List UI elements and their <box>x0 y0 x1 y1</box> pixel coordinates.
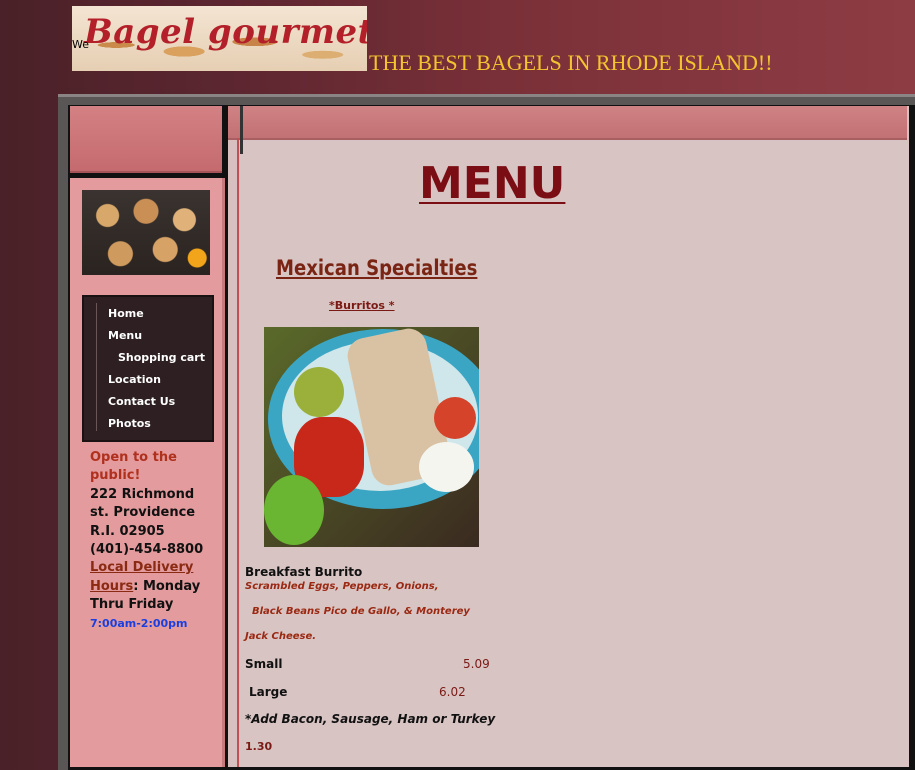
section-title: Mexican Specialties <box>276 256 478 280</box>
nav-menu: Home Menu Shopping cart Location Contact… <box>82 295 214 442</box>
logo[interactable]: Bagel gourmet cafe We <box>72 6 367 71</box>
size-large-price: 6.02 <box>439 685 466 699</box>
main-divider <box>237 138 239 767</box>
nav-divider <box>96 303 97 431</box>
logo-text: Bagel gourmet cafe <box>84 12 367 52</box>
size-small-label: Small <box>245 657 283 671</box>
page-title: MENU <box>419 158 566 209</box>
nav-item-contact-us[interactable]: Contact Us <box>108 395 175 408</box>
open-notice-line2: public! <box>90 468 141 484</box>
main-header-bar <box>228 106 907 140</box>
phone-number: (401)-454-8800 <box>90 542 204 558</box>
nav-item-location[interactable]: Location <box>108 373 161 386</box>
subsection-title: *Burritos * <box>329 299 395 312</box>
item-name: Breakfast Burrito <box>245 565 363 579</box>
site-header: Bagel gourmet cafe We THE BEST BAGELS IN… <box>0 0 915 95</box>
address-line1: 222 Richmond <box>90 486 195 502</box>
nav-item-menu[interactable]: Menu <box>108 329 142 342</box>
sidebar-header-bar <box>70 106 222 173</box>
hours-text: 7:00am-2:00pm <box>90 616 188 630</box>
days-text: : Monday <box>133 578 201 594</box>
nav-item-photos[interactable]: Photos <box>108 417 151 430</box>
hours-link[interactable]: Hours <box>90 579 133 594</box>
address-line3: R.I. 02905 <box>90 523 165 539</box>
store-info: Open to the public! 222 Richmond st. Pro… <box>90 449 220 633</box>
burrito-photo <box>264 327 479 547</box>
open-notice-line1: Open to the <box>90 450 177 465</box>
item-description-line1: Scrambled Eggs, Peppers, Onions, <box>245 581 439 592</box>
addon-text: *Add Bacon, Sausage, Ham or Turkey <box>245 712 496 726</box>
nav-item-home[interactable]: Home <box>108 307 144 320</box>
main-divider-top <box>240 106 243 154</box>
nav-item-shopping-cart[interactable]: Shopping cart <box>118 351 205 364</box>
item-description-line2: Black Beans Pico de Gallo, & Monterey <box>252 606 470 617</box>
address-line2: st. Providence <box>90 505 196 521</box>
logo-overlay-text: We <box>72 38 89 51</box>
addon-price: 1.30 <box>245 740 273 753</box>
bagels-photo <box>82 190 210 275</box>
local-delivery-link[interactable]: Local Delivery <box>90 560 193 575</box>
size-large-label: Large <box>249 685 288 699</box>
days-text-2: Thru Friday <box>90 597 174 613</box>
tagline: THE BEST BAGELS IN RHODE ISLAND!! <box>369 50 773 75</box>
size-small-price: 5.09 <box>463 657 490 671</box>
item-description-line3: Jack Cheese. <box>245 631 317 642</box>
